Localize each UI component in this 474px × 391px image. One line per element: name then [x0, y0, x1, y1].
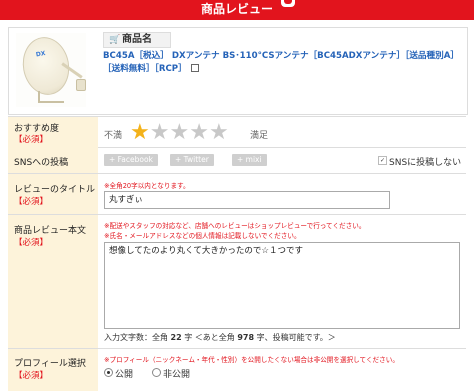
- sns-label: SNSへの投稿: [14, 158, 69, 168]
- facebook-button[interactable]: + Facebook: [104, 154, 158, 166]
- star-icon-3[interactable]: ★: [169, 122, 189, 144]
- body-row: 商品レビュー本文 【必須】 ※配送やスタッフの対応など、店舗へのレビューはショッ…: [8, 215, 466, 349]
- product-box: DX 🛒 商品名 BC45A［税込］ DXアンテナ BS･110°CSアンテナ［B…: [8, 27, 468, 115]
- star-icon-5[interactable]: ★: [209, 122, 229, 144]
- title-label: レビューのタイトル: [14, 185, 96, 195]
- cart-icon: 🛒: [109, 35, 121, 45]
- review-header: 商品レビュー: [0, 0, 474, 20]
- rating-high-label: 満足: [250, 131, 269, 141]
- page-title: 商品レビュー: [200, 2, 273, 16]
- external-link-icon[interactable]: [190, 64, 199, 72]
- body-label: 商品レビュー本文: [14, 226, 87, 236]
- product-image[interactable]: DX: [16, 33, 86, 107]
- body-note-2: ※氏名・メールアドレスなどの個人情報は記載しないでください。: [104, 232, 301, 240]
- profile-public-radio[interactable]: [104, 368, 113, 377]
- product-name-label: 🛒 商品名: [103, 32, 171, 48]
- required-badge: 【必須】: [14, 197, 49, 207]
- twitter-button[interactable]: + Twitter: [170, 154, 214, 166]
- required-badge: 【必須】: [14, 238, 49, 248]
- sns-row: SNSへの投稿 + Facebook + Twitter + mixi ✓ SN…: [8, 147, 466, 174]
- profile-private-radio[interactable]: [152, 368, 161, 377]
- title-input[interactable]: 丸すぎぃ: [104, 191, 390, 209]
- title-row: レビューのタイトル 【必須】 ※全角20字以内となります。 丸すぎぃ: [8, 174, 466, 215]
- star-icon-1[interactable]: ★: [130, 122, 150, 144]
- profile-row: プロフィール選択 【必須】 ※プロフィール（ニックネーム・年代・性別）を公開した…: [8, 349, 466, 391]
- star-rating[interactable]: ★★★★★: [130, 122, 229, 144]
- no-post-label: SNSに投稿しない: [389, 158, 462, 168]
- review-body-textarea[interactable]: 想像してたのより丸くて大きかったので☆１つです: [104, 242, 460, 329]
- profile-public-label[interactable]: 公開: [115, 367, 133, 380]
- required-badge: 【必須】: [14, 135, 49, 145]
- mixi-button[interactable]: + mixi: [232, 154, 267, 166]
- no-post-checkbox[interactable]: ✓: [378, 156, 387, 165]
- char-counter: 入力文字数：全角 22 字 ＜あと全角 978 字、投稿可能です。＞: [104, 333, 336, 342]
- required-badge: 【必須】: [14, 371, 49, 381]
- profile-note: ※プロフィール（ニックネーム・年代・性別）を公開したくない場合は非公開を選択して…: [104, 356, 399, 364]
- title-note: ※全角20字以内となります。: [104, 182, 190, 190]
- profile-label: プロフィール選択: [14, 359, 86, 369]
- star-icon-4[interactable]: ★: [189, 122, 209, 144]
- product-name-link[interactable]: BC45A［税込］ DXアンテナ BS･110°CSアンテナ［BC45ADXアン…: [103, 50, 463, 76]
- rating-low-label: 不満: [104, 131, 123, 141]
- rating-row: おすすめ度 【必須】 不満 ★★★★★ 満足: [8, 116, 466, 148]
- star-icon-2[interactable]: ★: [150, 122, 170, 144]
- body-note-1: ※配送やスタッフの対応など、店舗へのレビューはショップレビューで行ってください。: [104, 222, 366, 230]
- profile-private-label[interactable]: 非公開: [163, 367, 190, 380]
- product-logo: DX: [35, 49, 47, 59]
